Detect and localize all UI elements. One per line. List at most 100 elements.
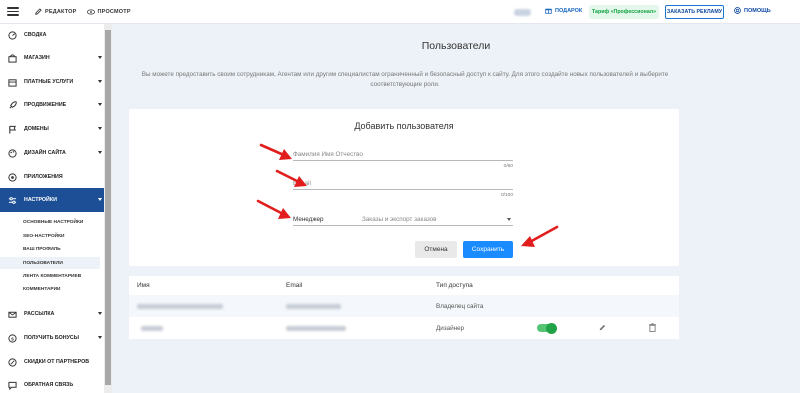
page-description: Вы можете предоставить своим сотрудникам… xyxy=(141,71,669,88)
sidebar-item-partner-discounts[interactable]: СКИДКИ ОТ ПАРТНЕРОВ xyxy=(0,354,104,370)
sidebar-item-label: СКИДКИ ОТ ПАРТНЕРОВ xyxy=(24,359,90,365)
sidebar-item-label: ПРОДВИЖЕНИЕ xyxy=(24,102,67,108)
sidebar-item-label: НАСТРОЙКИ xyxy=(24,197,57,203)
sidebar-item-label: ПРИЛОЖЕНИЯ xyxy=(24,174,63,180)
email-placeholder: E-mail xyxy=(293,180,311,187)
email-counter: 0/100 xyxy=(500,193,513,198)
sidebar-item-label: СВОДКА xyxy=(24,32,47,38)
discount-icon xyxy=(7,357,18,368)
gauge-icon xyxy=(7,30,18,41)
sidebar-item-settings[interactable]: НАСТРОЙКИ xyxy=(0,188,104,212)
access-type: Дизайнер xyxy=(436,324,465,332)
blurred-email xyxy=(286,325,346,331)
chevron-down-icon xyxy=(98,56,102,59)
sidebar-item-promotion[interactable]: ПРОДВИЖЕНИЕ xyxy=(0,97,104,113)
eye-icon xyxy=(86,8,95,15)
flag-icon xyxy=(7,124,18,135)
column-header-email: Email xyxy=(286,282,303,289)
sidebar-item-domains[interactable]: ДОМЕНЫ xyxy=(0,121,104,137)
cancel-button[interactable]: Отмена xyxy=(415,241,457,258)
settings-icon xyxy=(7,195,18,206)
column-header-name: Имя xyxy=(137,282,150,289)
sidebar-item-shop[interactable]: МАГАЗИН xyxy=(0,50,104,66)
users-table: Имя Email Тип доступа Владелец сайта Диз… xyxy=(129,276,679,339)
role-label: Менеджер xyxy=(293,215,324,223)
sidebar-item-label: ОБРАТНАЯ СВЯЗЬ xyxy=(24,382,74,388)
sidebar-item-feedback[interactable]: ОБРАТНАЯ СВЯЗЬ xyxy=(0,377,104,393)
rocket-icon xyxy=(7,100,18,111)
menu-icon[interactable] xyxy=(7,7,19,16)
sidebar: СВОДКА МАГАЗИН ПЛАТНЫЕ УСЛУГИ ПРОДВИЖЕНИ… xyxy=(0,24,104,393)
preview-link[interactable]: ПРОСМОТР xyxy=(86,8,131,15)
column-header-access: Тип доступа xyxy=(436,282,473,289)
gift-icon xyxy=(545,8,552,14)
table-header: Имя Email Тип доступа xyxy=(129,276,679,295)
access-type: Владелец сайта xyxy=(436,302,484,310)
blurred-name xyxy=(141,325,163,331)
sidebar-item-label: ДОМЕНЫ xyxy=(24,126,49,132)
sidebar-item-label: ПОЛУЧИТЬ БОНУСЫ xyxy=(24,335,79,341)
chevron-down-icon xyxy=(98,103,102,106)
palette-icon xyxy=(7,148,18,159)
pencil-icon xyxy=(35,8,42,15)
full-name-input[interactable]: Фамилия Имя Отчество xyxy=(293,149,513,161)
submenu-users[interactable]: ПОЛЬЗОВАТЕЛИ xyxy=(0,257,100,269)
chat-icon xyxy=(7,380,18,391)
sidebar-item-apps[interactable]: ПРИЛОЖЕНИЯ xyxy=(0,169,104,185)
svg-text:$: $ xyxy=(11,336,14,341)
blurred-name xyxy=(137,303,223,309)
editor-link[interactable]: РЕДАКТОР xyxy=(35,8,77,15)
sidebar-item-paid-services[interactable]: ПЛАТНЫЕ УСЛУГИ xyxy=(0,74,104,90)
blurred-balance xyxy=(514,9,531,16)
sidebar-item-site-design[interactable]: ДИЗАЙН САЙТА xyxy=(0,145,104,161)
edit-icon[interactable] xyxy=(599,324,606,331)
sidebar-item-summary[interactable]: СВОДКА xyxy=(0,27,104,43)
submenu-main-settings[interactable]: ОСНОВНЫЕ НАСТРОЙКИ xyxy=(0,216,100,228)
sidebar-scrollbar-thumb[interactable] xyxy=(105,30,111,385)
chevron-down-icon xyxy=(98,127,102,130)
sidebar-item-get-bonuses[interactable]: $ ПОЛУЧИТЬ БОНУСЫ xyxy=(0,330,104,346)
full-name-counter: 0/60 xyxy=(503,164,513,169)
sidebar-item-label: РАССЫЛКА xyxy=(24,311,55,317)
top-bar: РЕДАКТОР ПРОСМОТР ПОДАРОК Тариф «Професс… xyxy=(0,0,800,24)
coin-icon: $ xyxy=(7,333,18,344)
help-label: ПОМОЩЬ xyxy=(744,7,771,14)
submenu-comment-feed[interactable]: ЛЕНТА КОММЕНТАРИЕВ xyxy=(0,270,100,282)
email-input[interactable]: E-mail xyxy=(293,178,513,190)
submenu-comments[interactable]: КОММЕНТАРИИ xyxy=(0,283,100,295)
add-user-title: Добавить пользователя xyxy=(354,121,454,131)
sidebar-item-label: ПЛАТНЫЕ УСЛУГИ xyxy=(24,79,74,85)
add-user-card: Добавить пользователя Фамилия Имя Отчест… xyxy=(129,109,679,266)
table-row[interactable]: Владелец сайта xyxy=(129,295,679,317)
sidebar-item-label: ДИЗАЙН САЙТА xyxy=(24,150,66,156)
sidebar-item-label: МАГАЗИН xyxy=(24,55,50,61)
role-value: Заказы и экспорт заказов xyxy=(362,215,437,223)
mail-icon xyxy=(7,309,18,320)
sidebar-item-mailing[interactable]: РАССЫЛКА xyxy=(0,306,104,322)
apps-icon xyxy=(7,172,18,183)
editor-label: РЕДАКТОР xyxy=(45,8,77,15)
order-ad-button[interactable]: ЗАКАЗАТЬ РЕКЛАМУ xyxy=(665,5,724,19)
submenu-seo-settings[interactable]: SEO-НАСТРОЙКИ xyxy=(0,230,100,242)
gift-link[interactable]: ПОДАРОК xyxy=(545,7,582,14)
delete-icon[interactable] xyxy=(649,323,656,332)
shop-icon xyxy=(7,53,18,64)
help-link[interactable]: ПОМОЩЬ xyxy=(734,7,771,14)
blurred-email xyxy=(286,303,341,309)
page-title: Пользователи xyxy=(421,40,491,52)
access-toggle[interactable] xyxy=(537,322,557,334)
help-icon xyxy=(734,7,741,14)
submenu-your-profile[interactable]: ВАШ ПРОФИЛЬ xyxy=(0,243,100,255)
chevron-down-icon xyxy=(98,312,102,315)
full-name-placeholder: Фамилия Имя Отчество xyxy=(293,151,363,158)
table-row[interactable]: Дизайнер xyxy=(129,317,679,339)
chevron-down-icon xyxy=(98,80,102,83)
role-select[interactable]: Менеджер Заказы и экспорт заказов xyxy=(293,213,513,226)
gift-label: ПОДАРОК xyxy=(555,7,583,14)
chevron-down-icon xyxy=(98,198,102,201)
chevron-down-icon xyxy=(98,336,102,339)
chevron-down-icon xyxy=(98,151,102,154)
save-button[interactable]: Сохранить xyxy=(463,241,513,258)
paid-services-icon xyxy=(7,77,18,88)
tariff-badge[interactable]: Тариф «Профессионал» xyxy=(589,5,659,19)
